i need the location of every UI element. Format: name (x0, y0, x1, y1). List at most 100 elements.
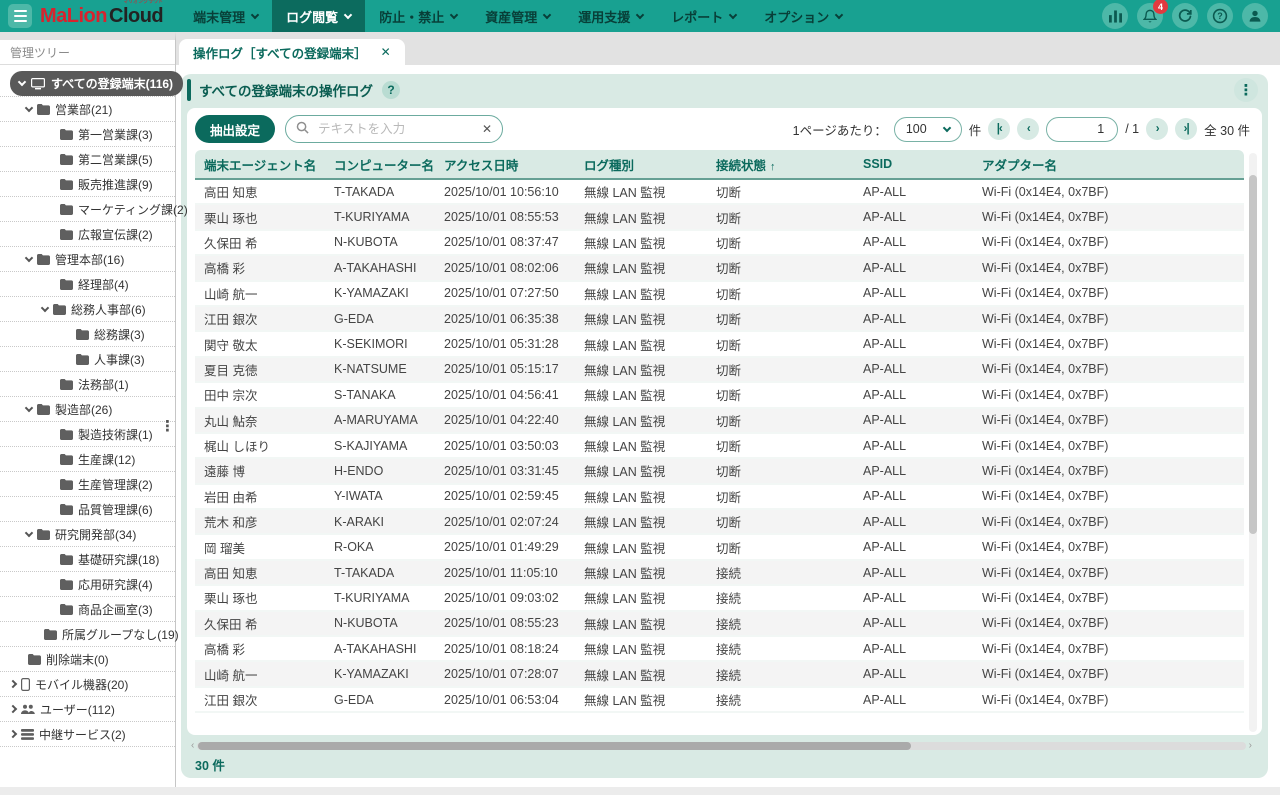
table-row[interactable]: 遠藤 博H-ENDO2025/10/01 03:31:45無線 LAN 監視切断… (195, 458, 1244, 483)
tree-item[interactable]: 製造技術課(1) (0, 422, 175, 447)
chevron-right-icon[interactable] (9, 680, 17, 688)
chevron-right-icon[interactable] (9, 705, 17, 713)
page-number-input[interactable] (1046, 117, 1118, 142)
vertical-scrollbar[interactable] (1249, 153, 1257, 732)
tree-item[interactable]: 削除端末(0) (0, 647, 175, 672)
chevron-down-icon[interactable] (25, 403, 33, 411)
kebab-menu-icon[interactable]: ⋮ (1234, 78, 1258, 102)
scroll-right-icon[interactable]: › (1249, 741, 1252, 750)
tree-item[interactable]: 中継サービス(2) (0, 722, 175, 747)
tree-item[interactable]: 営業部(21) (0, 97, 175, 122)
column-header[interactable]: コンピューター名 (325, 150, 435, 179)
nav-menu-item[interactable]: オプション (750, 0, 856, 32)
nav-menu-item[interactable]: レポート (657, 0, 750, 32)
chevron-right-icon[interactable] (9, 730, 17, 738)
tree-item[interactable]: 研究開発部(34) (0, 522, 175, 547)
search-input[interactable] (316, 121, 475, 137)
tree-item[interactable]: 総務人事部(6) (0, 297, 175, 322)
table-row[interactable]: 江田 銀次G-EDA2025/10/01 06:35:38無線 LAN 監視切断… (195, 306, 1244, 331)
tree-item[interactable]: 所属グループなし(19) (0, 622, 175, 647)
nav-menu-item[interactable]: 防止・禁止 (365, 0, 471, 32)
table-row[interactable]: 高田 知恵T-TAKADA2025/10/01 11:05:10無線 LAN 監… (195, 560, 1244, 585)
first-page-button[interactable]: |‹ (988, 118, 1010, 140)
panel-help-icon[interactable]: ? (382, 81, 400, 99)
column-header[interactable]: ログ種別 (575, 150, 707, 179)
next-page-button[interactable]: › (1146, 118, 1168, 140)
tree-item[interactable]: 経理部(4) (0, 272, 175, 297)
table-row[interactable]: 山崎 航一K-YAMAZAKI2025/10/01 07:28:07無線 LAN… (195, 661, 1244, 686)
nav-menu-item[interactable]: 運用支援 (564, 0, 657, 32)
tree-item[interactable]: 製造部(26) (0, 397, 175, 422)
table-row[interactable]: 梶山 しほりS-KAJIYAMA2025/10/01 03:50:03無線 LA… (195, 433, 1244, 458)
tree-item[interactable]: 人事課(3) (0, 347, 175, 372)
stats-icon[interactable] (1102, 3, 1128, 29)
table-row[interactable]: 夏目 克徳K-NATSUME2025/10/01 05:15:17無線 LAN … (195, 357, 1244, 382)
per-page-select[interactable]: 100 (894, 117, 962, 142)
account-icon[interactable] (1242, 3, 1268, 29)
tree-item[interactable]: ユーザー(112) (0, 697, 175, 722)
horizontal-scrollbar-thumb[interactable] (198, 742, 911, 750)
tree-item[interactable]: 第一営業課(3) (0, 122, 175, 147)
chevron-down-icon[interactable] (25, 528, 33, 536)
tree-item[interactable]: 基礎研究課(18) (0, 547, 175, 572)
horizontal-scrollbar-track[interactable] (197, 742, 1245, 750)
table-row[interactable]: 岡 瑠美R-OKA2025/10/01 01:49:29無線 LAN 監視切断A… (195, 534, 1244, 559)
accent-bar (187, 79, 191, 101)
table-row[interactable]: 栗山 琢也T-KURIYAMA2025/10/01 08:55:53無線 LAN… (195, 204, 1244, 229)
column-header[interactable]: アダプター名 (973, 150, 1244, 179)
splitter-handle[interactable]: ⋮ (160, 422, 175, 432)
hamburger-menu-icon[interactable] (8, 4, 32, 28)
horizontal-scrollbar[interactable]: ‹ › (191, 741, 1252, 750)
chevron-down-icon[interactable] (18, 78, 26, 86)
tree-item[interactable]: すべての登録端末(116) (0, 71, 175, 97)
nav-menu-item[interactable]: 資産管理 (471, 0, 564, 32)
chevron-down-icon[interactable] (25, 253, 33, 261)
table-cell: Wi-Fi (0x14E4, 0x7BF) (973, 357, 1244, 382)
filter-settings-button[interactable]: 抽出設定 (195, 115, 275, 143)
tree-item[interactable]: 広報宣伝課(2) (0, 222, 175, 247)
vertical-scrollbar-thumb[interactable] (1249, 175, 1257, 534)
last-page-button[interactable]: ›| (1175, 118, 1197, 140)
table-row[interactable]: 久保田 希N-KUBOTA2025/10/01 08:55:23無線 LAN 監… (195, 611, 1244, 636)
tree-item[interactable]: 生産課(12) (0, 447, 175, 472)
tree-item[interactable]: 総務課(3) (0, 322, 175, 347)
help-icon[interactable]: ? (1207, 3, 1233, 29)
tree-item[interactable]: 商品企画室(3) (0, 597, 175, 622)
refresh-icon[interactable] (1172, 3, 1198, 29)
tree-item[interactable]: 第二営業課(5) (0, 147, 175, 172)
nav-menu-item[interactable]: 端末管理 (179, 0, 272, 32)
tree-item[interactable]: 応用研究課(4) (0, 572, 175, 597)
column-header[interactable]: アクセス日時 (435, 150, 575, 179)
tab-operation-log[interactable]: 操作ログ［すべての登録端末］ ✕ (179, 39, 405, 65)
table-row[interactable]: 栗山 琢也T-KURIYAMA2025/10/01 09:03:02無線 LAN… (195, 585, 1244, 610)
tree-item[interactable]: 販売推進課(9) (0, 172, 175, 197)
table-row[interactable]: 岩田 由希Y-IWATA2025/10/01 02:59:45無線 LAN 監視… (195, 484, 1244, 509)
table-row[interactable]: 江田 銀次G-EDA2025/10/01 06:53:04無線 LAN 監視接続… (195, 687, 1244, 712)
clear-search-icon[interactable]: ✕ (482, 122, 492, 136)
table-row[interactable]: 関守 敬太K-SEKIMORI2025/10/01 05:31:28無線 LAN… (195, 331, 1244, 356)
column-header[interactable]: 端末エージェント名 (195, 150, 325, 179)
column-header[interactable]: SSID (854, 150, 973, 179)
tree-item[interactable]: 生産管理課(2) (0, 472, 175, 497)
tree-item[interactable]: 法務部(1) (0, 372, 175, 397)
chevron-down-icon[interactable] (25, 103, 33, 111)
table-row[interactable]: 山崎 航一K-YAMAZAKI2025/10/01 07:27:50無線 LAN… (195, 281, 1244, 306)
table-row[interactable]: 高橋 彩A-TAKAHASHI2025/10/01 08:18:24無線 LAN… (195, 636, 1244, 661)
column-header[interactable]: 接続状態↑ (707, 150, 854, 179)
table-row[interactable]: 丸山 鮎奈A-MARUYAMA2025/10/01 04:22:40無線 LAN… (195, 408, 1244, 433)
tree-item[interactable]: モバイル機器(20) (0, 672, 175, 697)
close-icon[interactable]: ✕ (381, 45, 391, 59)
table-row[interactable]: 久保田 希N-KUBOTA2025/10/01 08:37:47無線 LAN 監… (195, 230, 1244, 255)
nav-menu-item[interactable]: ログ閲覧 (272, 0, 365, 32)
tree-item[interactable]: 管理本部(16) (0, 247, 175, 272)
tree-item[interactable]: 品質管理課(6) (0, 497, 175, 522)
table-row[interactable]: 高田 知恵T-TAKADA2025/10/01 10:56:10無線 LAN 監… (195, 179, 1244, 204)
table-row[interactable]: 田中 宗次S-TANAKA2025/10/01 04:56:41無線 LAN 監… (195, 382, 1244, 407)
chevron-down-icon[interactable] (41, 303, 49, 311)
tree-item[interactable]: マーケティング課(2) (0, 197, 175, 222)
table-row[interactable]: 高橋 彩A-TAKAHASHI2025/10/01 08:02:06無線 LAN… (195, 255, 1244, 280)
scroll-left-icon[interactable]: ‹ (191, 741, 194, 750)
table-row[interactable]: 荒木 和彦K-ARAKI2025/10/01 02:07:24無線 LAN 監視… (195, 509, 1244, 534)
prev-page-button[interactable]: ‹ (1017, 118, 1039, 140)
notifications-bell-icon[interactable]: 4 (1137, 3, 1163, 29)
